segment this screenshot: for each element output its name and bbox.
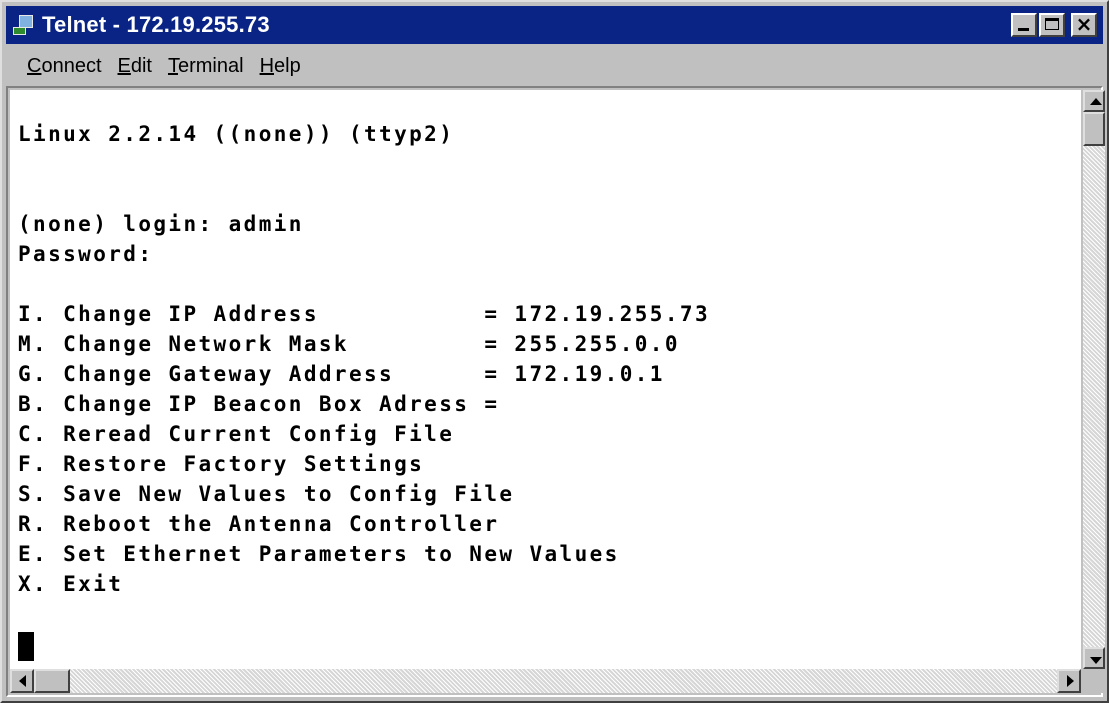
terminal-line: C. Reread Current Config File xyxy=(18,422,455,446)
vertical-scrollbar[interactable] xyxy=(1083,90,1105,669)
terminal-line: (none) login: admin xyxy=(18,212,304,236)
arrow-down-icon xyxy=(1090,657,1102,664)
terminal-line: X. Exit xyxy=(18,572,124,596)
scroll-up-button[interactable] xyxy=(1083,90,1105,112)
maximize-button[interactable] xyxy=(1039,13,1065,37)
menu-connect[interactable]: Connect xyxy=(6,55,112,78)
scroll-down-button[interactable] xyxy=(1083,647,1105,669)
horizontal-scroll-thumb[interactable] xyxy=(34,669,70,693)
telnet-window: Telnet - 172.19.255.73 × Connect Edit Te… xyxy=(0,0,1109,703)
window-title: Telnet - 172.19.255.73 xyxy=(42,12,270,37)
terminal-line: M. Change Network Mask = 255.255.0.0 xyxy=(18,332,680,356)
menu-help[interactable]: Help xyxy=(254,55,311,78)
close-button[interactable]: × xyxy=(1071,12,1097,37)
scroll-left-button[interactable] xyxy=(10,669,34,693)
terminal-line: E. Set Ethernet Parameters to New Values xyxy=(18,542,620,566)
scroll-right-button[interactable] xyxy=(1057,669,1081,693)
minimize-icon xyxy=(1018,28,1029,31)
menu-bar: Connect Edit Terminal Help xyxy=(6,48,1103,84)
terminal-screen[interactable]: Linux 2.2.14 ((none)) (ttyp2) (none) log… xyxy=(10,90,1081,669)
terminal-line: G. Change Gateway Address = 172.19.0.1 xyxy=(18,362,665,386)
title-bar[interactable]: Telnet - 172.19.255.73 × xyxy=(6,6,1103,44)
terminal-line: S. Save New Values to Config File xyxy=(18,482,515,506)
terminal-cursor xyxy=(18,632,34,661)
terminal-line: I. Change IP Address = 172.19.255.73 xyxy=(18,302,710,326)
vertical-scroll-thumb[interactable] xyxy=(1083,112,1105,146)
terminal-line: R. Reboot the Antenna Controller xyxy=(18,512,500,536)
maximize-icon xyxy=(1045,18,1059,30)
scrollbar-corner xyxy=(1083,669,1105,693)
terminal-line: B. Change IP Beacon Box Adress = xyxy=(18,392,500,416)
telnet-app-icon[interactable] xyxy=(12,14,34,36)
minimize-button[interactable] xyxy=(1011,13,1037,37)
terminal-line: F. Restore Factory Settings xyxy=(18,452,425,476)
close-icon: × xyxy=(1075,12,1093,36)
menu-terminal[interactable]: Terminal xyxy=(162,55,254,78)
menu-edit[interactable]: Edit xyxy=(112,55,162,78)
horizontal-scrollbar[interactable] xyxy=(10,669,1081,693)
arrow-left-icon xyxy=(19,675,26,687)
arrow-right-icon xyxy=(1067,675,1074,687)
client-area: Linux 2.2.14 ((none)) (ttyp2) (none) log… xyxy=(6,86,1105,697)
terminal-line: Linux 2.2.14 ((none)) (ttyp2) xyxy=(18,122,455,146)
arrow-up-icon xyxy=(1090,98,1102,105)
terminal-line: Password: xyxy=(18,242,154,266)
